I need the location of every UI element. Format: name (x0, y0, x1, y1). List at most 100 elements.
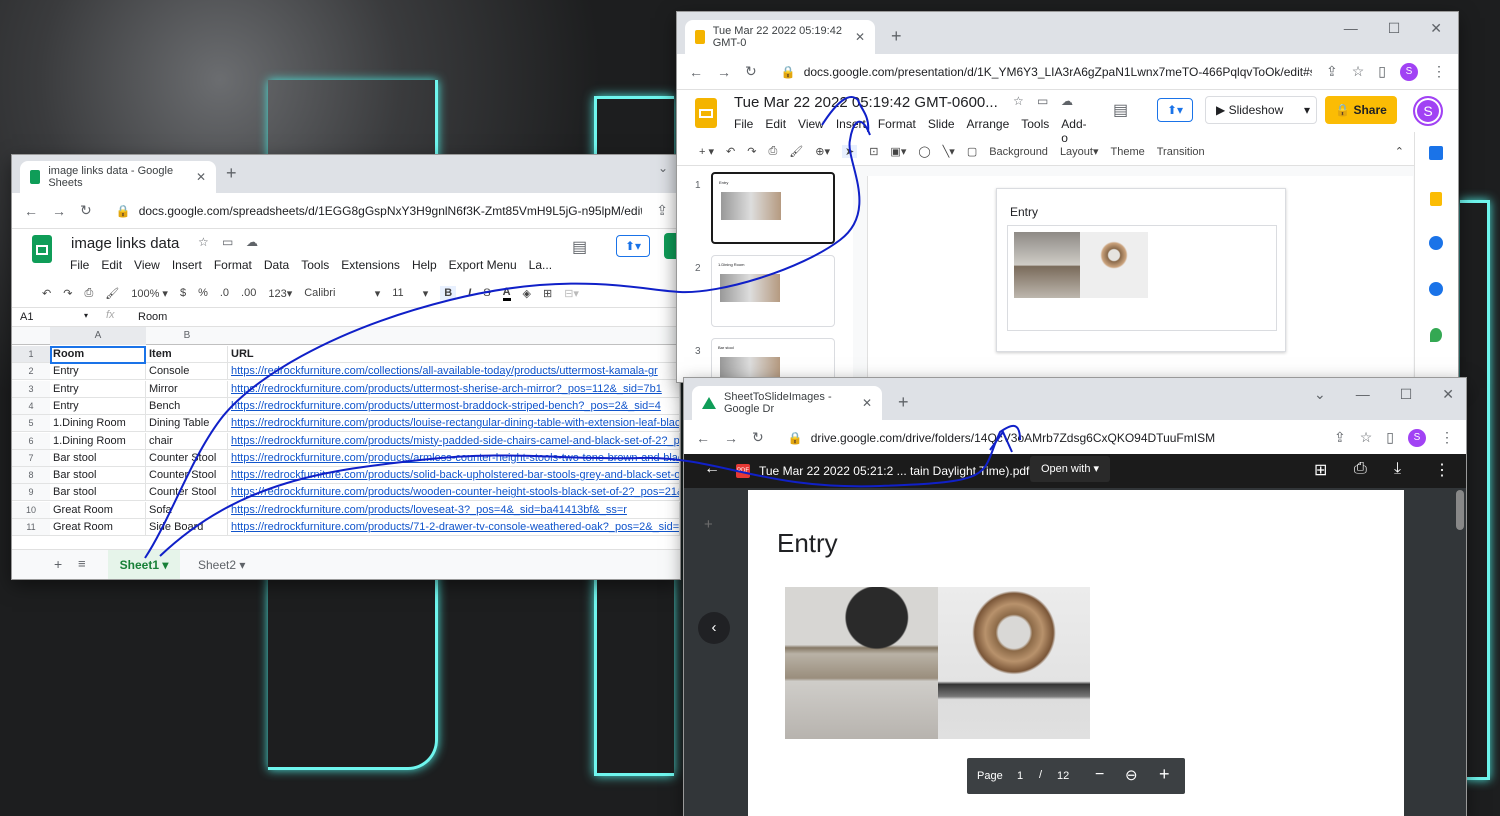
cell-room[interactable]: Bar stool (50, 449, 146, 467)
sheets-menu-item[interactable]: Extensions (341, 258, 400, 272)
add-comment-icon[interactable]: ⊞ (1314, 460, 1327, 480)
cell-url[interactable]: https://redrockfurniture.com/products/ut… (228, 380, 680, 398)
close-window-icon[interactable]: ✕ (1442, 386, 1454, 403)
new-tab-icon[interactable]: + (226, 163, 237, 184)
share-page-icon[interactable]: ⇪ (1334, 429, 1346, 446)
calendar-icon[interactable] (1429, 146, 1443, 160)
strikethrough-button[interactable]: S (483, 287, 490, 299)
zoom-icon[interactable]: ⊕▾ (815, 145, 830, 158)
cell-room[interactable]: Entry (50, 363, 146, 381)
keep-icon[interactable] (1430, 192, 1442, 206)
new-tab-icon[interactable]: + (898, 392, 909, 413)
share-page-icon[interactable]: ⇪ (656, 202, 668, 219)
cell-item[interactable]: Dining Table (146, 415, 228, 433)
forward-icon[interactable]: → (717, 64, 731, 80)
page-current[interactable]: 1 (1017, 770, 1023, 782)
comments-icon[interactable]: ▤ (572, 237, 587, 257)
cell-url[interactable]: https://redrockfurniture.com/products/71… (228, 519, 680, 536)
side-panel-icon[interactable]: ▯ (1386, 429, 1394, 446)
theme-button[interactable]: Theme (1111, 146, 1145, 158)
undo-icon[interactable]: ↶ (42, 287, 51, 300)
contacts-icon[interactable] (1429, 282, 1443, 296)
viewer-scrollbar[interactable] (1456, 490, 1464, 530)
close-tab-icon[interactable]: ✕ (855, 30, 865, 44)
selected-cell-a1[interactable] (50, 346, 146, 364)
fill-color-icon[interactable]: ◈ (523, 287, 531, 300)
decrease-decimal-button[interactable]: .0 (220, 287, 229, 299)
account-avatar[interactable]: S (1413, 96, 1443, 126)
forward-icon[interactable]: → (724, 430, 738, 446)
slide-thumbnail[interactable]: 1.Dining Room (711, 255, 835, 327)
sheets-url-field[interactable]: 🔒 docs.google.com/spreadsheets/d/1EGG8gG… (106, 197, 643, 225)
cell-url[interactable]: https://redrockfurniture.com/products/lo… (228, 501, 680, 519)
sheet-tab-sheet1[interactable]: Sheet1 ▾ (108, 550, 180, 579)
sheets-menu-item[interactable]: La... (529, 258, 552, 272)
cell-room[interactable]: Entry (50, 397, 146, 415)
select-icon[interactable]: ➤ (841, 145, 858, 158)
reload-icon[interactable]: ↻ (80, 202, 92, 219)
sheets-menu-item[interactable]: File (70, 258, 89, 272)
bold-button[interactable]: B (440, 286, 457, 300)
tasks-icon[interactable] (1429, 236, 1443, 250)
share-page-icon[interactable]: ⇪ (1326, 63, 1338, 80)
close-tab-icon[interactable]: ✕ (196, 170, 206, 184)
slides-menu-item[interactable]: Add-o (1061, 117, 1086, 145)
cell-room[interactable]: Entry (50, 380, 146, 398)
back-icon[interactable]: ← (696, 430, 710, 446)
percent-button[interactable]: % (198, 287, 208, 299)
row-header[interactable]: 6 (12, 432, 50, 450)
slide-thumbnail[interactable]: Entry (711, 172, 835, 244)
slides-doc-title[interactable]: Tue Mar 22 2022 05:19:42 GMT-0600... (734, 94, 998, 111)
more-formats-button[interactable]: 123▾ (268, 287, 292, 300)
row-header[interactable]: 9 (12, 484, 50, 502)
undo-icon[interactable]: ↶ (726, 145, 735, 158)
image-icon[interactable]: ▣▾ (890, 145, 906, 158)
cell-room[interactable]: Great Room (50, 501, 146, 519)
print-icon[interactable]: ⎙ (768, 145, 777, 158)
tab-search-icon[interactable]: ⌄ (658, 161, 668, 175)
cell-url[interactable]: https://redrockfurniture.com/products/wo… (228, 484, 680, 502)
reload-icon[interactable]: ↻ (752, 429, 764, 446)
maximize-icon[interactable]: ☐ (1400, 386, 1413, 403)
minimize-icon[interactable]: — (1344, 20, 1358, 37)
close-window-icon[interactable]: ✕ (1430, 20, 1442, 37)
zoom-select[interactable]: 100% ▾ (131, 287, 168, 300)
background-button[interactable]: Background (989, 146, 1048, 158)
back-icon[interactable]: ← (689, 64, 703, 80)
move-folder-icon[interactable]: ▭ (1037, 94, 1048, 108)
print-icon[interactable]: ⎙ (1354, 460, 1367, 478)
sheets-browser-tab[interactable]: image links data - Google Sheets ✕ (20, 161, 216, 193)
maximize-icon[interactable]: ☐ (1388, 20, 1401, 37)
zoom-fit-icon[interactable]: ⊖ (1125, 766, 1138, 784)
slide-image-frame[interactable] (1007, 225, 1277, 331)
tab-search-icon[interactable]: ⌄ (1314, 386, 1326, 403)
slide-canvas[interactable]: Entry (996, 188, 1286, 352)
slides-menu-item[interactable]: File (734, 117, 753, 145)
star-icon[interactable]: ☆ (1013, 94, 1024, 108)
row-header[interactable]: 2 (12, 363, 50, 381)
row-header[interactable]: 7 (12, 449, 50, 467)
reload-icon[interactable]: ↻ (745, 63, 757, 80)
back-icon[interactable]: ← (24, 203, 38, 219)
row-header[interactable]: 1 (12, 346, 50, 363)
cell-item[interactable]: Counter Stool (146, 467, 228, 485)
cell-item[interactable]: Counter Stool (146, 484, 228, 502)
cell-item[interactable]: Item (146, 346, 228, 363)
side-panel-icon[interactable]: ▯ (1378, 63, 1386, 80)
row-header[interactable]: 5 (12, 415, 50, 433)
text-box-icon[interactable]: ⊡ (869, 145, 878, 158)
profile-avatar[interactable]: S (1400, 62, 1418, 81)
row-header[interactable]: 8 (12, 467, 50, 485)
slides-menu-item[interactable]: View (798, 117, 824, 145)
prev-file-button[interactable]: ‹ (698, 612, 730, 644)
slides-menu-item[interactable]: Edit (765, 117, 786, 145)
slide-title[interactable]: Entry (1010, 205, 1038, 219)
all-sheets-icon[interactable]: ≡ (78, 556, 86, 571)
cell-item[interactable]: Sofa (146, 501, 228, 519)
sheet-tab-sheet2[interactable]: Sheet2 ▾ (198, 550, 245, 579)
cell-item[interactable]: Mirror (146, 380, 228, 398)
row-header[interactable]: 4 (12, 397, 50, 415)
bookmark-star-icon[interactable]: ☆ (1360, 429, 1373, 446)
redo-icon[interactable]: ↷ (747, 145, 756, 158)
share-button[interactable]: 🔒 Share (1325, 96, 1397, 124)
